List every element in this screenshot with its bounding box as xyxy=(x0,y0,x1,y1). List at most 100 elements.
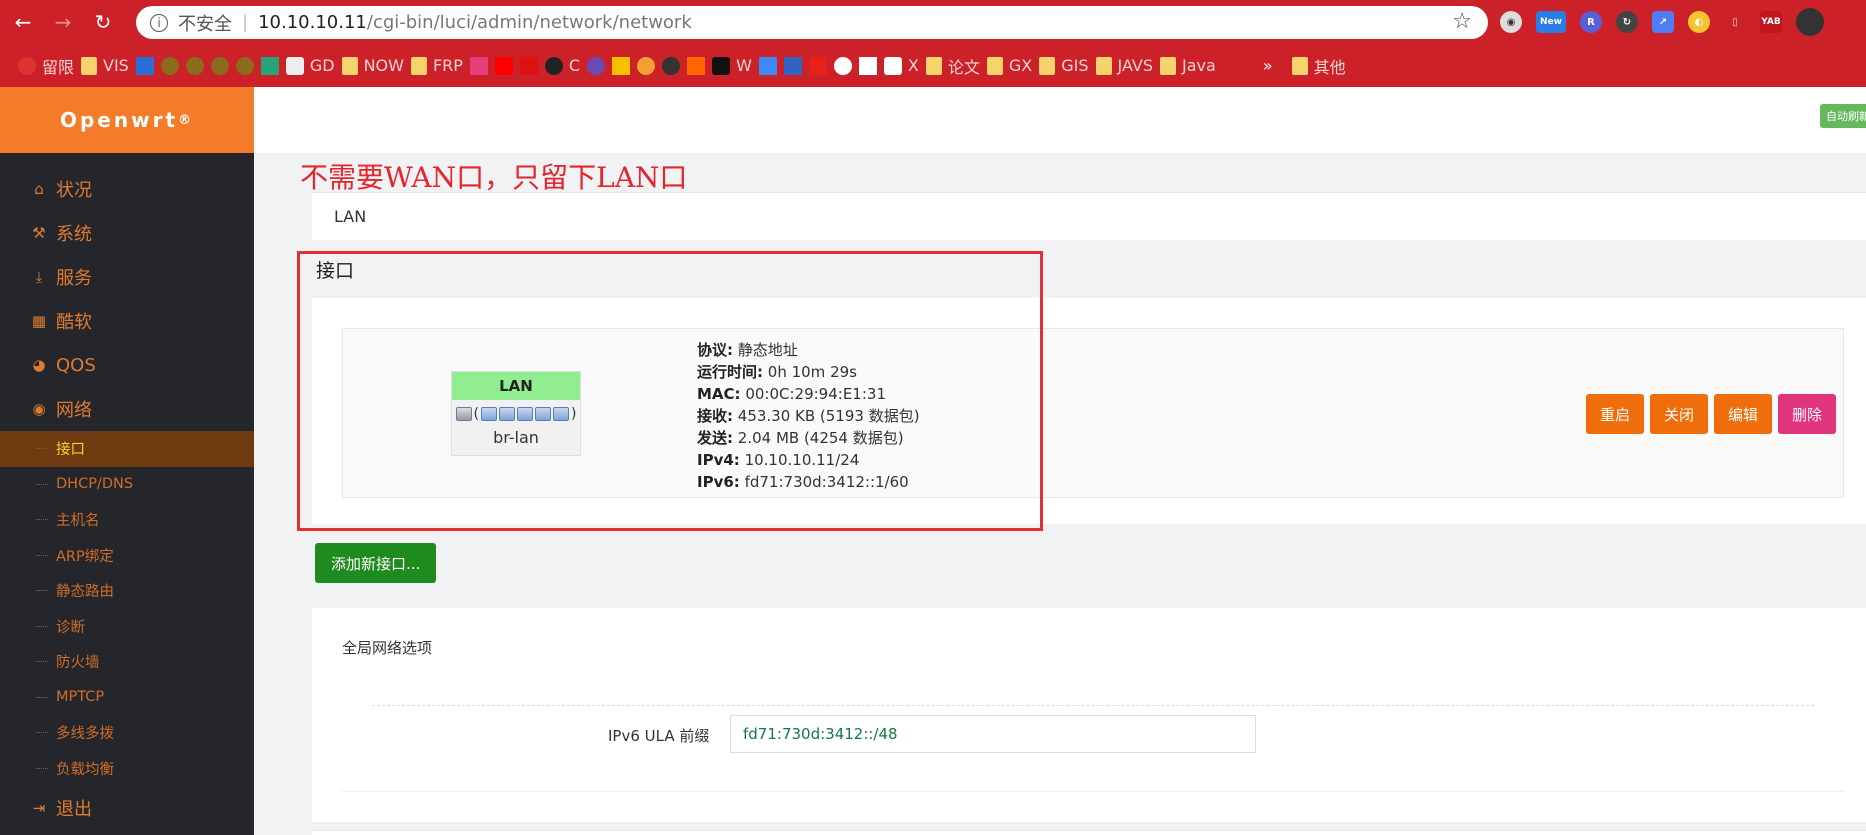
bookmark-folder[interactable]: FRP xyxy=(410,56,463,75)
extensions: ◉ New R ↻ ↗ ◐ ▯ YAB xyxy=(1500,8,1824,36)
bookmark-item[interactable]: X xyxy=(883,56,919,75)
menu-label: QOS xyxy=(56,354,96,376)
menu-item-qos[interactable]: ◕ QOS xyxy=(0,343,254,387)
site-icon[interactable] xyxy=(235,56,254,75)
yab-label: YAB xyxy=(1761,17,1781,27)
submenu-firewall[interactable]: 防火墙 xyxy=(0,644,254,680)
sync-extension-icon[interactable]: ↻ xyxy=(1616,11,1638,33)
brand-logo[interactable]: Openwrt ® xyxy=(0,87,254,153)
other-bookmarks-folder[interactable]: 其他 xyxy=(1291,54,1346,78)
video-icon[interactable] xyxy=(808,56,827,75)
restart-button[interactable]: 重启 xyxy=(1585,394,1644,434)
bookmark-label: 论文 xyxy=(947,57,980,77)
github-icon xyxy=(544,56,563,75)
forward-icon[interactable]: → xyxy=(46,5,80,39)
back-icon[interactable]: ← xyxy=(6,5,40,39)
url-path: /cgi-bin/luci/admin/network/network xyxy=(366,12,692,33)
bookmark-label: GIS xyxy=(1061,56,1089,75)
chart-extension-icon[interactable]: ◐ xyxy=(1688,11,1710,33)
more-bookmarks-button[interactable]: » xyxy=(1263,56,1273,75)
bookmark-item[interactable]: C xyxy=(544,56,581,75)
submenu-diagnostics[interactable]: 诊断 xyxy=(0,609,254,645)
dropbox-icon[interactable] xyxy=(135,56,154,75)
home-icon: ⌂ xyxy=(34,180,44,198)
delete-button[interactable]: 删除 xyxy=(1777,394,1836,434)
site-icon[interactable] xyxy=(612,56,631,75)
bookmark-folder[interactable]: VIS xyxy=(81,56,129,75)
bookmark-label: 其他 xyxy=(1313,57,1346,77)
submenu-static-routes[interactable]: 静态路由 xyxy=(0,573,254,609)
folder-icon xyxy=(410,56,427,75)
extension-icon[interactable]: ◉ xyxy=(1500,11,1522,33)
share-extension-icon[interactable]: ↗ xyxy=(1652,11,1674,33)
info-icon[interactable]: i xyxy=(150,13,168,32)
url-host: 10.10.10.11 xyxy=(258,12,367,33)
submenu-arp-binding[interactable]: ARP绑定 xyxy=(0,538,254,574)
menu-item-system[interactable]: ⚒ 系统 xyxy=(0,211,254,255)
chrome-icon[interactable] xyxy=(833,56,852,75)
main-menu: ⌂ 状况 ⚒ 系统 ⤓ 服务 ▦ 酷软 ◕ QOS ◉ 网络 接口 DHCP/DNS 主机名… xyxy=(0,153,254,830)
site-icon[interactable] xyxy=(519,56,538,75)
avatar[interactable] xyxy=(1796,8,1824,36)
menu-item-apps[interactable]: ▦ 酷软 xyxy=(0,299,254,343)
r-extension-icon[interactable]: R xyxy=(1580,11,1602,33)
menu-item-logout[interactable]: ⇥ 退出 xyxy=(0,786,254,830)
reload-icon[interactable]: ↻ xyxy=(86,5,120,39)
add-interface-button[interactable]: 添加新接口... xyxy=(315,543,437,583)
site-icon[interactable] xyxy=(469,56,488,75)
bookmark-item[interactable]: GD xyxy=(285,56,335,75)
edit-button[interactable]: 编辑 xyxy=(1713,394,1772,434)
bookmark-item[interactable]: W xyxy=(712,56,752,75)
bookmark-label: NOW xyxy=(363,56,404,75)
submenu-dhcp-dns[interactable]: DHCP/DNS xyxy=(0,467,254,503)
menu-item-network[interactable]: ◉ 网络 xyxy=(0,387,254,431)
youtube-icon[interactable] xyxy=(494,56,513,75)
bookmark-label: JAVS xyxy=(1117,56,1154,75)
site-icon[interactable] xyxy=(758,56,777,75)
auto-refresh-button[interactable]: 自动刷新 xyxy=(1820,104,1866,128)
ula-prefix-input[interactable]: fd71:730d:3412::/48 xyxy=(730,715,1256,753)
r-site-icon[interactable] xyxy=(260,56,279,75)
menu-label: 系统 xyxy=(56,224,92,245)
logout-icon: ⇥ xyxy=(32,799,46,817)
bookmark-label: C xyxy=(568,56,581,75)
site-icon[interactable] xyxy=(160,56,179,75)
bookmark-folder[interactable]: GIS xyxy=(1039,56,1089,75)
bookmark-label: VIS xyxy=(103,56,129,75)
submenu-hostnames[interactable]: 主机名 xyxy=(0,502,254,538)
brand-name: Openwrt xyxy=(59,108,179,132)
security-label: 不安全 xyxy=(178,13,232,35)
submenu-mptcp[interactable]: MPTCP xyxy=(0,680,254,716)
site-icon[interactable] xyxy=(637,56,656,75)
site-icon[interactable] xyxy=(662,56,681,75)
submenu-multiwan-dial[interactable]: 多线多拨 xyxy=(0,715,254,751)
stop-button[interactable]: 关闭 xyxy=(1649,394,1708,434)
chart-icon[interactable] xyxy=(858,56,877,75)
separator: | xyxy=(242,12,249,33)
tab-lan[interactable]: LAN xyxy=(312,192,1866,240)
bookmark-folder[interactable]: JAVS xyxy=(1095,56,1154,75)
bookmark-item[interactable]: 留限 xyxy=(18,54,74,78)
site-icon[interactable] xyxy=(587,56,606,75)
divider xyxy=(372,705,1814,706)
bookmark-star-icon[interactable]: ☆ xyxy=(1452,9,1472,34)
new-extension-icon[interactable]: New xyxy=(1536,11,1566,33)
site-icon[interactable] xyxy=(783,56,802,75)
menu-item-services[interactable]: ⤓ 服务 xyxy=(0,255,254,299)
folder-icon xyxy=(986,56,1003,75)
yab-extension-icon[interactable]: YAB xyxy=(1760,11,1782,33)
bookmark-folder[interactable]: Java xyxy=(1160,56,1216,75)
bookmark-folder[interactable]: 论文 xyxy=(925,54,980,78)
menu-item-status[interactable]: ⌂ 状况 xyxy=(0,167,254,211)
submenu-interfaces[interactable]: 接口 xyxy=(0,431,254,467)
bookmark-folder[interactable]: NOW xyxy=(341,56,404,75)
submenu-load-balancing[interactable]: 负载均衡 xyxy=(0,751,254,787)
address-bar[interactable]: i 不安全 | 10.10.10.11 /cgi-bin/luci/admin/… xyxy=(136,6,1488,39)
phone-extension-icon[interactable]: ▯ xyxy=(1724,11,1746,33)
site-icon[interactable] xyxy=(687,56,706,75)
bookmark-folder[interactable]: GX xyxy=(986,56,1032,75)
site-icon[interactable] xyxy=(210,56,229,75)
bookmark-label: X xyxy=(907,56,919,75)
calendar-icon: ▦ xyxy=(31,312,47,330)
site-icon[interactable] xyxy=(185,56,204,75)
